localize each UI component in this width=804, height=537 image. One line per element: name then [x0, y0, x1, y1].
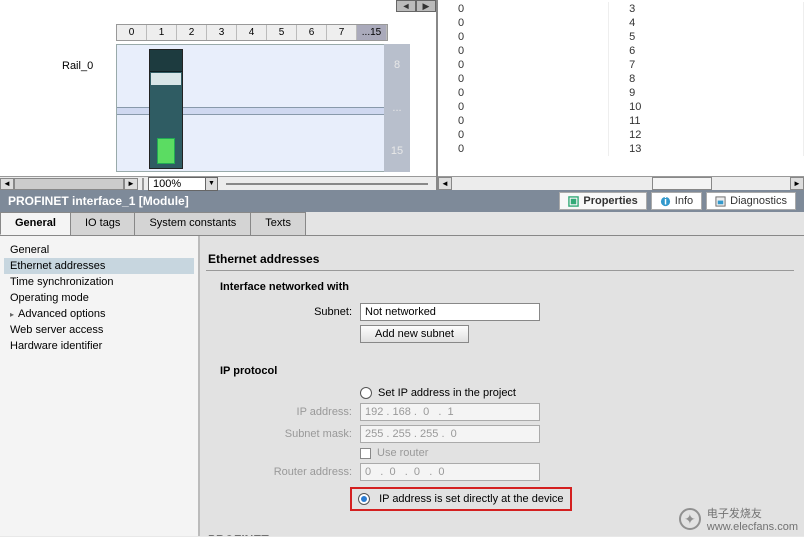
- interface-title: Interface networked with: [220, 281, 780, 293]
- tab-info[interactable]: i Info: [651, 192, 702, 210]
- property-nav-tree: General Ethernet addresses Time synchron…: [0, 236, 200, 536]
- slot-4[interactable]: 4: [237, 25, 267, 40]
- chevron-down-icon: ▼: [205, 178, 217, 190]
- module-table-pane: 03 04 05 06 07 08 09 010 011 012 013 ◄ ►: [438, 0, 804, 190]
- nav-hardware-id[interactable]: Hardware identifier: [4, 338, 194, 354]
- inspector-title-bar: PROFINET interface_1 [Module] Properties…: [0, 190, 804, 212]
- table-row[interactable]: 06: [438, 44, 804, 58]
- side-slot-15: 15: [391, 145, 403, 157]
- table-row[interactable]: 010: [438, 100, 804, 114]
- ip-protocol-title: IP protocol: [220, 365, 780, 377]
- table-row[interactable]: 05: [438, 30, 804, 44]
- table-row[interactable]: 03: [438, 2, 804, 16]
- slot-1[interactable]: 1: [147, 25, 177, 40]
- table-row[interactable]: 07: [438, 58, 804, 72]
- slot-5[interactable]: 5: [267, 25, 297, 40]
- scroll-left-btn[interactable]: ◄: [396, 0, 416, 12]
- tab-properties[interactable]: Properties: [559, 192, 646, 210]
- hscroll-left-btn[interactable]: ◄: [0, 178, 14, 190]
- watermark-logo-icon: ✦: [679, 508, 701, 530]
- slot-ruler: 0 1 2 3 4 5 6 7 ...15: [116, 24, 388, 41]
- side-slot-8: 8: [394, 59, 400, 71]
- router-address-field: [360, 463, 540, 481]
- tab-io-tags[interactable]: IO tags: [70, 212, 135, 235]
- nav-general[interactable]: General: [4, 242, 194, 258]
- table-row[interactable]: 011: [438, 114, 804, 128]
- watermark-url: www.elecfans.com: [707, 521, 798, 533]
- slot-7[interactable]: 7: [327, 25, 357, 40]
- tab-diagnostics[interactable]: Diagnostics: [706, 192, 796, 210]
- slot-0[interactable]: 0: [117, 25, 147, 40]
- hardware-rack-pane: ◄ ▶ 0 1 2 3 4 5 6 7 ...15 Rail_0 8 ... 1: [0, 0, 438, 190]
- radio-ip-at-device[interactable]: [358, 493, 370, 505]
- rail-0[interactable]: [116, 44, 386, 172]
- subsection-ip-protocol: IP protocol Set IP address in the projec…: [216, 361, 784, 515]
- table-row[interactable]: 08: [438, 72, 804, 86]
- zoom-dropdown[interactable]: 100% ▼: [148, 177, 218, 191]
- properties-icon: [568, 196, 579, 207]
- slot-2[interactable]: 2: [177, 25, 207, 40]
- property-tab-row: General IO tags System constants Texts: [0, 212, 804, 236]
- watermark-text-cn: 电子发烧友: [707, 505, 798, 521]
- radio-set-ip-project[interactable]: [360, 387, 372, 399]
- nav-operating-mode[interactable]: Operating mode: [4, 290, 194, 306]
- subnet-label: Subnet:: [220, 306, 360, 318]
- subsection-interface: Interface networked with Subnet: Add new…: [216, 277, 784, 351]
- table-row[interactable]: 012: [438, 128, 804, 142]
- svg-text:i: i: [664, 196, 667, 207]
- tab-system-constants[interactable]: System constants: [134, 212, 251, 235]
- table-row[interactable]: 09: [438, 86, 804, 100]
- nav-advanced-options[interactable]: Advanced options: [4, 306, 194, 322]
- ip-address-field: [360, 403, 540, 421]
- property-detail-pane: Ethernet addresses Interface networked w…: [200, 236, 804, 536]
- nav-time-sync[interactable]: Time synchronization: [4, 274, 194, 290]
- radio-ip-at-device-label: IP address is set directly at the device: [379, 493, 563, 505]
- use-router-label: Use router: [377, 447, 428, 459]
- table-hscroll-thumb[interactable]: [652, 177, 712, 190]
- highlighted-option: IP address is set directly at the device: [350, 487, 572, 511]
- slot-6[interactable]: 6: [297, 25, 327, 40]
- hscroll-right-btn[interactable]: ►: [124, 178, 138, 190]
- tab-texts[interactable]: Texts: [250, 212, 306, 235]
- ethernet-port-icon: [157, 138, 175, 164]
- scroll-right-btn[interactable]: ▶: [416, 0, 436, 12]
- nav-ethernet-addresses[interactable]: Ethernet addresses: [4, 258, 194, 274]
- slot-3[interactable]: 3: [207, 25, 237, 40]
- table-row[interactable]: 04: [438, 16, 804, 30]
- module-table: 03 04 05 06 07 08 09 010 011 012 013: [438, 2, 804, 156]
- zoom-slider[interactable]: [226, 179, 428, 189]
- table-row[interactable]: 013: [438, 142, 804, 156]
- slot-more[interactable]: ...15: [357, 25, 387, 40]
- subnet-mask-field: [360, 425, 540, 443]
- router-address-label: Router address:: [220, 466, 360, 478]
- ip-address-label: IP address:: [220, 406, 360, 418]
- table-hscroll-left[interactable]: ◄: [438, 177, 452, 190]
- radio-set-ip-project-label: Set IP address in the project: [378, 387, 516, 399]
- info-icon: i: [660, 196, 671, 207]
- plc-module[interactable]: [149, 49, 183, 169]
- watermark: ✦ 电子发烧友 www.elecfans.com: [679, 505, 798, 533]
- table-hscroll-right[interactable]: ►: [790, 177, 804, 190]
- diagnostics-icon: [715, 196, 726, 207]
- rail-label: Rail_0: [62, 60, 93, 72]
- hscroll-track[interactable]: [14, 178, 124, 190]
- inspector-title: PROFINET interface_1 [Module]: [8, 194, 559, 208]
- nav-web-server[interactable]: Web server access: [4, 322, 194, 338]
- zoom-value: 100%: [153, 178, 181, 190]
- add-subnet-button[interactable]: Add new subnet: [360, 325, 469, 343]
- subnet-mask-label: Subnet mask:: [220, 428, 360, 440]
- section-ethernet-addresses: Ethernet addresses: [206, 248, 794, 271]
- use-router-checkbox: [360, 448, 371, 459]
- tab-general[interactable]: General: [0, 212, 71, 235]
- subnet-select[interactable]: [360, 303, 540, 321]
